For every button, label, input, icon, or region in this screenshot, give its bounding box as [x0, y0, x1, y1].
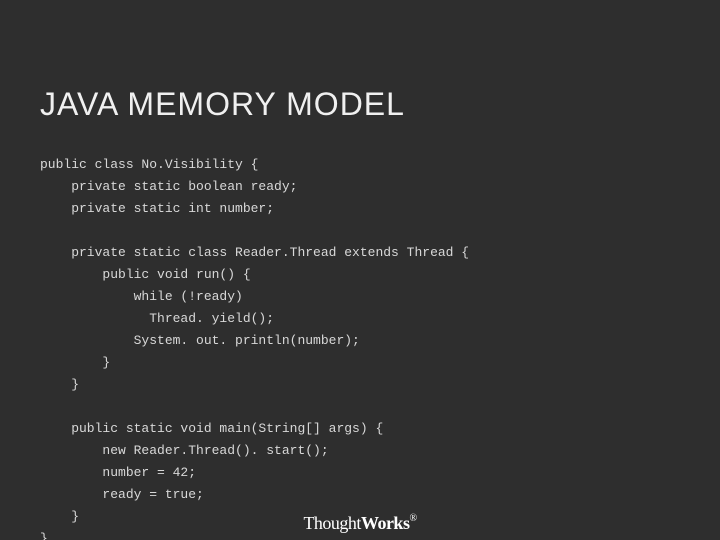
code-block: public class No.Visibility { private sta… [40, 154, 469, 540]
logo-registered: ® [409, 513, 416, 524]
logo-bold: Works [361, 513, 410, 533]
slide: JAVA MEMORY MODEL public class No.Visibi… [0, 0, 720, 540]
footer-logo: ThoughtWorks® [303, 513, 416, 534]
slide-title: JAVA MEMORY MODEL [40, 86, 405, 123]
logo-thin: Thought [303, 513, 361, 533]
